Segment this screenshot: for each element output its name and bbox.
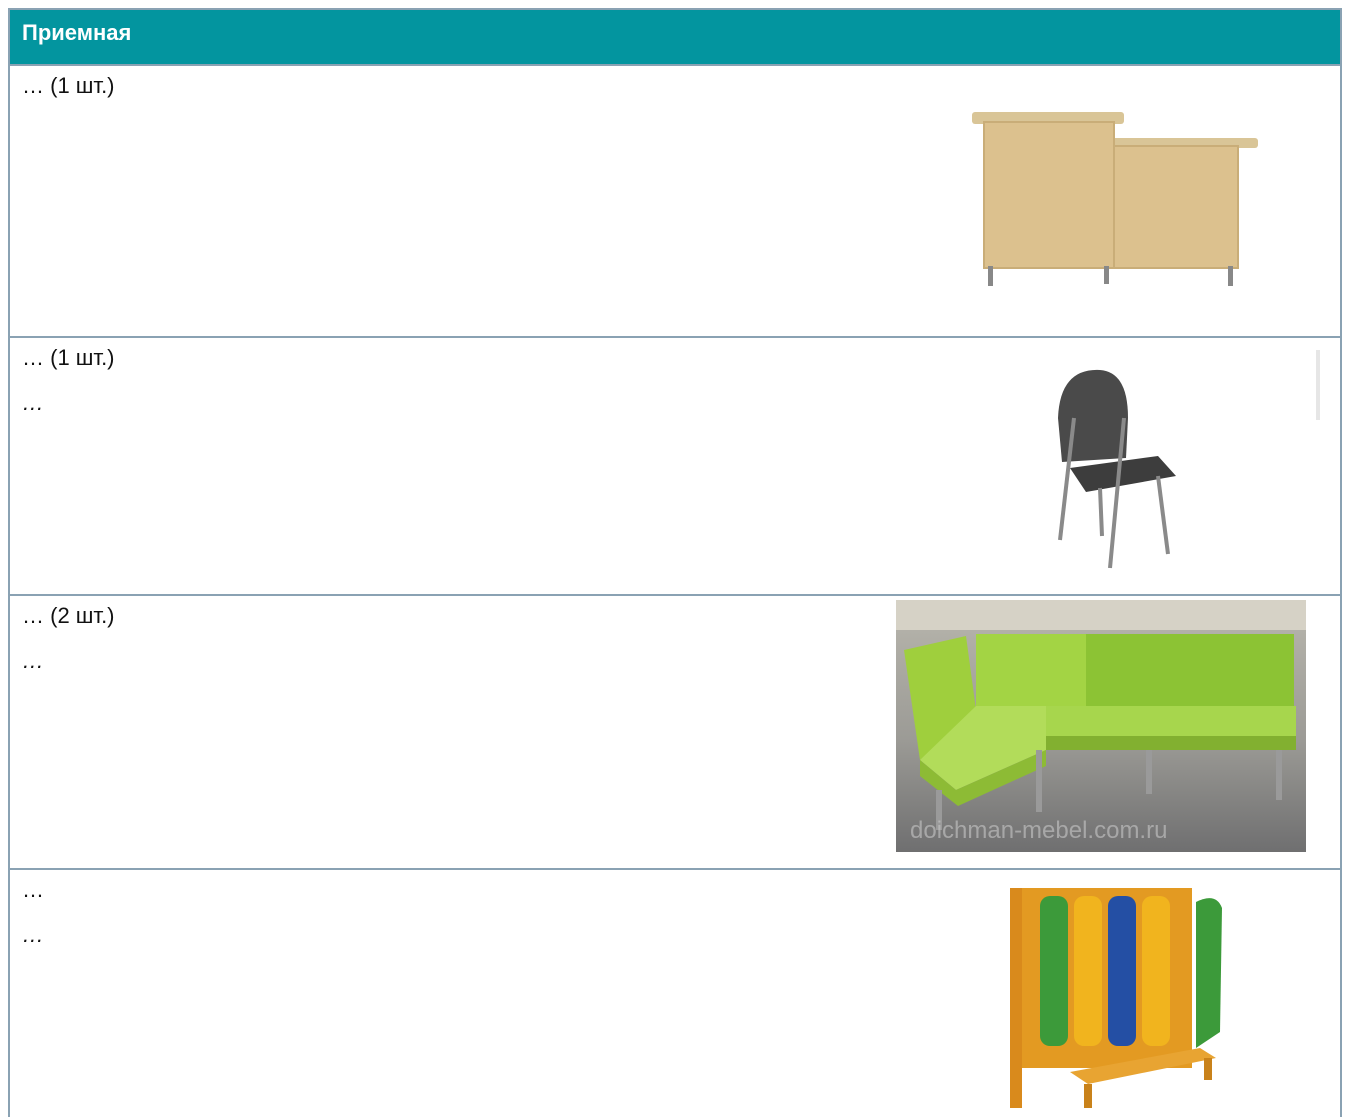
reception-desk-image	[954, 66, 1274, 334]
image-edge	[1316, 350, 1320, 420]
chair-image	[1040, 358, 1200, 578]
item-title: … (2 шт.)	[22, 603, 115, 628]
table-row: … …	[10, 868, 1340, 1120]
watermark: doichman-mebel.com.ru	[910, 817, 1167, 844]
kids-locker-image	[1000, 872, 1236, 1120]
item-title: … (1 шт.)	[22, 345, 115, 370]
green-corner-sofa-image: doichman-mebel.com.ru	[896, 600, 1306, 852]
table-header: Приемная	[10, 10, 1340, 64]
item-note: …	[22, 648, 44, 673]
item-title: … (1 шт.)	[22, 73, 115, 98]
table-row: … (1 шт.) …	[10, 336, 1340, 594]
table-row: … (2 шт.) … doichman-mebel.com.ru	[10, 594, 1340, 868]
item-note: …	[22, 390, 44, 415]
item-note: …	[22, 922, 44, 947]
furniture-table: Приемная … (1 шт.) … (1 шт.) … … (2 шт.)…	[8, 8, 1342, 1120]
table-row: … (1 шт.)	[10, 64, 1340, 336]
item-title: …	[22, 877, 44, 902]
section-title: Приемная	[22, 20, 132, 45]
